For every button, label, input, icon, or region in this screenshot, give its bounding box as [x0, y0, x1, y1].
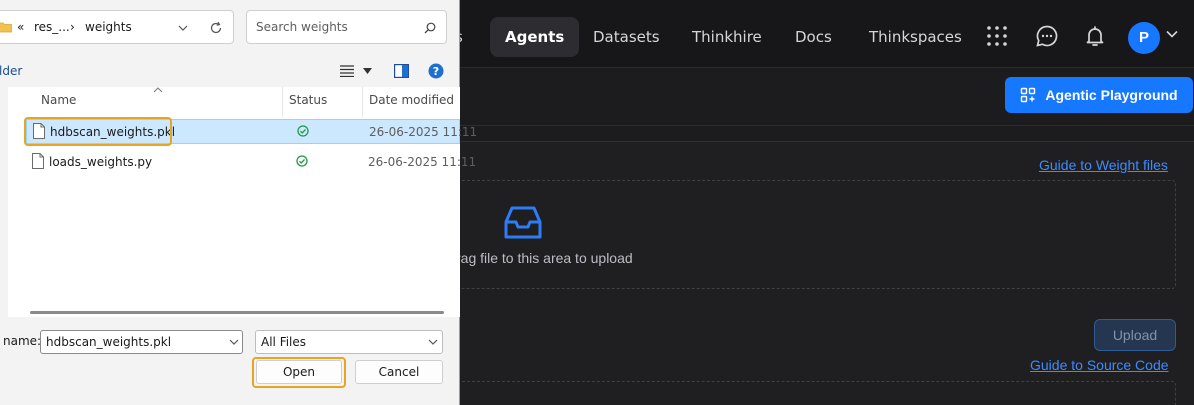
- search-input[interactable]: Search weights: [246, 10, 447, 44]
- file-row-hdbscan-weights[interactable]: hdbscan_weights.pkl 26-06-2025 11:11: [26, 119, 477, 144]
- search-placeholder: Search weights: [256, 20, 348, 34]
- file-name-value: hdbscan_weights.pkl: [46, 335, 172, 349]
- source-code-guide-link[interactable]: Guide to Source Code: [1030, 357, 1169, 373]
- weight-files-guide-link[interactable]: Guide to Weight files: [1039, 157, 1168, 173]
- file-type-select[interactable]: All Files: [255, 330, 443, 354]
- file-type-value: All Files: [261, 335, 307, 349]
- view-options-icon[interactable]: [340, 65, 354, 77]
- breadcrumb-separator: ›: [70, 20, 75, 34]
- file-date-modified: 26-06-2025 11:11: [368, 155, 477, 169]
- nav-item-docs[interactable]: Docs: [780, 17, 847, 57]
- file-name-label: name:: [3, 334, 42, 348]
- column-header-date-modified[interactable]: Date modified: [369, 93, 454, 107]
- folder-icon: [0, 22, 12, 33]
- chevron-down-icon[interactable]: [428, 339, 438, 346]
- chevron-down-icon[interactable]: [363, 68, 372, 74]
- svg-text:?: ?: [433, 65, 439, 78]
- weights-dropzone[interactable]: [448, 180, 1176, 289]
- file-list: Name Status Date modified hdbscan_weight…: [8, 87, 477, 317]
- file-name: hdbscan_weights.pkl: [50, 125, 176, 139]
- file-open-dialog: « res_... › weights Search weights lder: [0, 0, 477, 405]
- nav-item-thinkspaces[interactable]: Thinkspaces: [854, 17, 977, 57]
- source-code-dropzone[interactable]: [448, 381, 1176, 405]
- file-name-input[interactable]: hdbscan_weights.pkl: [40, 330, 243, 354]
- nav-item-datasets[interactable]: Datasets: [578, 17, 675, 57]
- upload-button[interactable]: Upload: [1094, 319, 1176, 351]
- breadcrumb-current[interactable]: weights: [85, 20, 132, 34]
- inbox-icon: [504, 206, 542, 239]
- bell-icon[interactable]: [1083, 24, 1107, 48]
- search-icon[interactable]: [424, 22, 436, 34]
- file-date-modified: 26-06-2025 11:11: [369, 125, 478, 139]
- address-bar[interactable]: « res_... › weights: [0, 10, 234, 44]
- column-header-status[interactable]: Status: [289, 93, 327, 107]
- breadcrumb-parent[interactable]: res_...: [34, 20, 70, 34]
- layout-icon: [1021, 87, 1036, 103]
- chat-icon[interactable]: [1035, 24, 1059, 48]
- column-divider[interactable]: [282, 87, 283, 117]
- file-row-loads-weights[interactable]: loads_weights.py 26-06-2025 11:11: [26, 150, 476, 175]
- new-folder-button[interactable]: lder: [0, 64, 22, 78]
- apps-grid-icon[interactable]: [985, 24, 1009, 48]
- refresh-icon[interactable]: [209, 21, 223, 35]
- agentic-playground-label: Agentic Playground: [1045, 87, 1178, 103]
- open-button[interactable]: Open: [256, 360, 342, 384]
- help-icon[interactable]: ?: [428, 63, 444, 79]
- sort-ascending-icon: [153, 87, 163, 93]
- file-icon: [33, 123, 45, 139]
- chevron-down-icon[interactable]: [1166, 30, 1178, 38]
- column-divider[interactable]: [362, 87, 363, 117]
- chevron-down-icon[interactable]: [229, 339, 239, 346]
- dropzone-hint: rag file to this area to upload: [456, 250, 633, 266]
- horizontal-scrollbar[interactable]: [30, 311, 444, 314]
- avatar[interactable]: P: [1128, 22, 1160, 54]
- breadcrumb-overflow[interactable]: «: [17, 20, 24, 34]
- agentic-playground-button[interactable]: Agentic Playground: [1005, 77, 1193, 113]
- preview-pane-icon[interactable]: [394, 64, 409, 78]
- sync-ok-icon: [296, 155, 308, 167]
- cancel-button[interactable]: Cancel: [355, 360, 443, 384]
- sync-ok-icon: [297, 125, 309, 137]
- chevron-down-icon[interactable]: [178, 25, 188, 32]
- nav-item-thinkhire[interactable]: Thinkhire: [677, 17, 777, 57]
- nav-item-agents[interactable]: Agents: [490, 17, 580, 57]
- file-icon: [32, 153, 44, 169]
- column-header-name[interactable]: Name: [41, 93, 76, 107]
- file-name: loads_weights.py: [49, 155, 153, 169]
